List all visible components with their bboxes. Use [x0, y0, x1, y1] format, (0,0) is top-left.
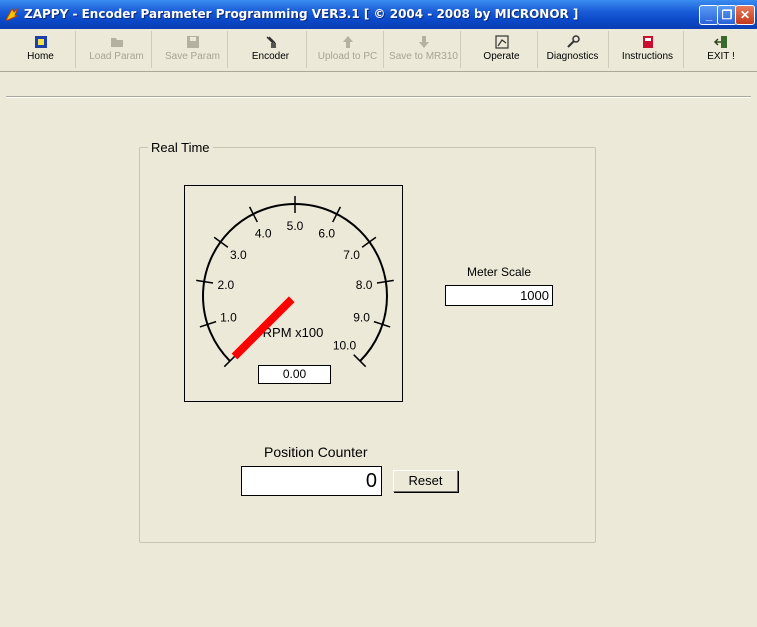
rpm-readout: 0.00	[258, 365, 331, 384]
meter-scale-label: Meter Scale	[467, 265, 532, 279]
gauge-scale-label: 9.0	[353, 311, 370, 325]
operate-label: Operate	[483, 51, 520, 62]
close-button[interactable]: ✕	[735, 5, 755, 25]
minimize-button[interactable]: _	[699, 5, 719, 25]
operate-icon	[494, 35, 509, 49]
encoder-icon	[265, 36, 276, 48]
gauge-scale-label: 8.0	[356, 278, 373, 292]
meter-scale-field[interactable]: 1000	[445, 285, 553, 306]
encoder-button[interactable]: Encoder	[235, 31, 307, 68]
gauge-scale-label: 3.0	[230, 248, 247, 262]
book-icon	[642, 36, 653, 48]
app-icon	[5, 7, 19, 21]
gauge-scale-label: 7.0	[343, 248, 360, 262]
arrow-down-icon	[418, 36, 429, 48]
home-label: Home	[27, 51, 54, 62]
toolbar-separator	[6, 96, 751, 98]
gauge-unit-label: RPM x100	[263, 325, 324, 340]
exit-door-icon	[713, 36, 727, 48]
diagnostics-button[interactable]: Diagnostics	[537, 31, 609, 68]
gauge-tick	[361, 236, 377, 248]
folder-icon	[110, 38, 123, 47]
gauge-scale-label: 1.0	[220, 311, 237, 325]
toolbar: Home Load Param Save Param Encoder Uploa…	[0, 29, 757, 72]
load-param-label: Load Param	[89, 51, 144, 62]
exit-label: EXIT !	[707, 51, 735, 62]
save-to-mr310-label: Save to MR310	[389, 51, 458, 62]
gauge-scale-label: 10.0	[333, 338, 357, 352]
instructions-label: Instructions	[621, 51, 674, 62]
save-to-mr310-button[interactable]: Save to MR310	[387, 31, 461, 68]
gauge-scale-label: 2.0	[218, 278, 235, 292]
window-title: ZAPPY - Encoder Parameter Programming VE…	[24, 7, 579, 21]
realtime-group-title: Real Time	[148, 140, 213, 155]
gauge-scale-label: 6.0	[318, 227, 335, 241]
diagnostics-label: Diagnostics	[546, 51, 599, 62]
instructions-button[interactable]: Instructions	[612, 31, 684, 68]
title-bar: ZAPPY - Encoder Parameter Programming VE…	[0, 0, 757, 29]
reset-button[interactable]: Reset	[393, 470, 458, 492]
home-button[interactable]: Home	[6, 31, 76, 68]
encoder-label: Encoder	[251, 51, 290, 62]
gauge-scale-label: 5.0	[287, 219, 304, 233]
arrow-up-icon	[342, 36, 353, 48]
position-counter-label: Position Counter	[264, 444, 368, 460]
home-icon	[34, 36, 47, 48]
upload-to-pc-label: Upload to PC	[317, 51, 378, 62]
position-counter-field: 0	[241, 466, 382, 496]
gauge-tick	[213, 236, 229, 248]
floppy-disk-icon	[186, 36, 199, 48]
exit-button[interactable]: EXIT !	[688, 31, 754, 68]
gauge-scale-label: 4.0	[255, 227, 272, 241]
save-param-button[interactable]: Save Param	[158, 31, 228, 68]
maximize-button[interactable]: ❐	[717, 5, 737, 25]
load-param-button[interactable]: Load Param	[82, 31, 152, 68]
upload-to-pc-button[interactable]: Upload to PC	[312, 31, 384, 68]
operate-button[interactable]: Operate	[466, 31, 538, 68]
save-param-label: Save Param	[164, 51, 221, 62]
wrench-icon	[566, 35, 580, 48]
